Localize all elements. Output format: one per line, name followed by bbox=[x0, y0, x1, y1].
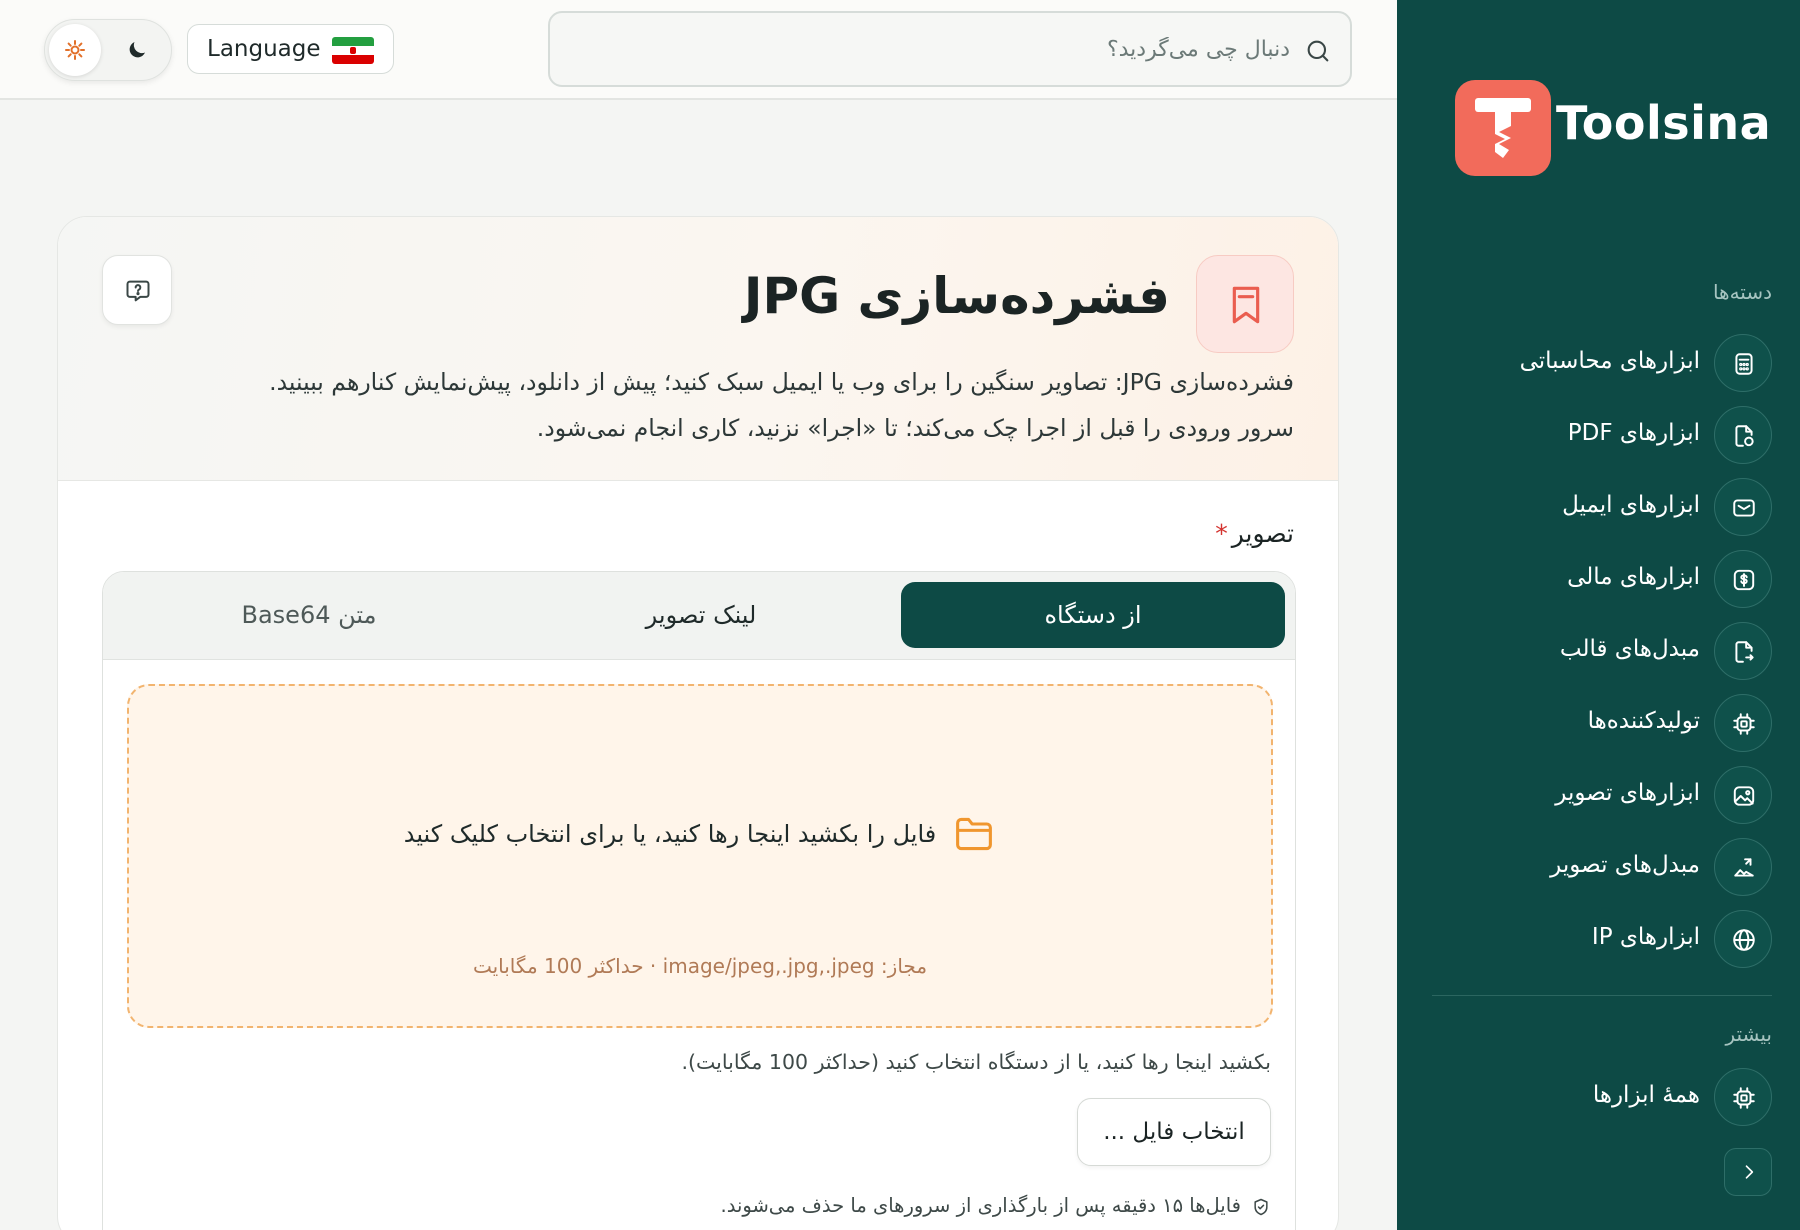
globe-icon bbox=[1714, 910, 1772, 968]
sidebar-item-pdf[interactable]: ابزارهای PDF bbox=[1432, 406, 1772, 464]
sidebar-item-email[interactable]: ابزارهای ایمیل bbox=[1432, 478, 1772, 536]
sidebar-item-label: ابزارهای ایمیل bbox=[1562, 492, 1700, 518]
sidebar-item-format-converters[interactable]: مبدل‌های قالب bbox=[1432, 622, 1772, 680]
sidebar-item-label: تولیدکننده‌ها bbox=[1587, 708, 1700, 734]
choose-file-button[interactable]: انتخاب فایل ... bbox=[1077, 1098, 1271, 1166]
input-source-tabs: از دستگاه لینک تصویر متن Base64 bbox=[103, 572, 1295, 660]
dropzone-allowed-types: مجاز: image/jpeg,.jpg,.jpeg · حداکثر 100… bbox=[472, 954, 928, 978]
sidebar-item-label: مبدل‌های تصویر bbox=[1550, 852, 1700, 878]
sidebar-item-image-converters[interactable]: مبدل‌های تصویر bbox=[1432, 838, 1772, 896]
logo-mark-icon bbox=[1455, 80, 1551, 176]
sidebar-item-label: همهٔ ابزارها bbox=[1592, 1082, 1700, 1108]
help-chat-icon bbox=[126, 280, 150, 302]
top-bar: Language bbox=[0, 0, 1397, 100]
dropzone-message: فایل را بکشید اینجا رها کنید، یا برای ان… bbox=[129, 814, 1271, 854]
image-input-panel: از دستگاه لینک تصویر متن Base64 فایل را … bbox=[102, 571, 1296, 1230]
moon-icon bbox=[129, 42, 145, 58]
folder-icon bbox=[956, 817, 993, 851]
privacy-note-text: فایل‌ها ۱۵ دقیقه پس از بارگذاری از سروره… bbox=[720, 1194, 1241, 1217]
description-line-2: سرور ورودی را قبل از اجرا چک می‌کند؛ تا … bbox=[536, 414, 1294, 442]
upload-help-text: بکشید اینجا رها کنید، یا از دستگاه انتخا… bbox=[681, 1050, 1271, 1074]
tab-from-device[interactable]: از دستگاه bbox=[901, 582, 1285, 648]
more-title: بیشتر bbox=[1725, 1022, 1772, 1046]
dropzone-text: فایل را بکشید اینجا رها کنید، یا برای ان… bbox=[403, 820, 937, 848]
sidebar-item-label: ابزارهای محاسباتی bbox=[1519, 348, 1700, 374]
tab-image-link[interactable]: لینک تصویر bbox=[509, 582, 893, 648]
search-input[interactable] bbox=[590, 27, 1290, 71]
tab-base64-text[interactable]: متن Base64 bbox=[117, 582, 501, 648]
sidebar-item-label: ابزارهای PDF bbox=[1567, 420, 1700, 446]
tool-description: فشرده‌سازی JPG: تصاویر سنگین را برای وب … bbox=[154, 359, 1294, 451]
tool-card: فشرده‌سازی JPG فشرده‌سازی JPG: تصاویر سن… bbox=[57, 216, 1339, 1230]
sidebar-item-image-tools[interactable]: ابزارهای تصویر bbox=[1432, 766, 1772, 824]
calculator-icon bbox=[1714, 334, 1772, 392]
tool-header: فشرده‌سازی JPG فشرده‌سازی JPG: تصاویر سن… bbox=[58, 217, 1338, 481]
sidebar-item-ip-tools[interactable]: ابزارهای IP bbox=[1432, 910, 1772, 968]
chevron-right-icon bbox=[1745, 1165, 1754, 1179]
bookmark-icon bbox=[1196, 255, 1294, 353]
file-dropzone[interactable]: فایل را بکشید اینجا رها کنید، یا برای ان… bbox=[127, 684, 1273, 1028]
sidebar-item-generators[interactable]: تولیدکننده‌ها bbox=[1432, 694, 1772, 752]
sidebar-item-label: ابزارهای IP bbox=[1591, 924, 1700, 950]
sidebar-item-finance[interactable]: ابزارهای مالی bbox=[1432, 550, 1772, 608]
sidebar-collapse-button[interactable] bbox=[1724, 1148, 1772, 1196]
theme-toggle[interactable] bbox=[44, 19, 172, 81]
feedback-button[interactable] bbox=[102, 255, 172, 325]
search-box[interactable] bbox=[548, 11, 1352, 87]
image-field-label: تصویر* bbox=[1215, 519, 1294, 548]
file-convert-icon bbox=[1714, 622, 1772, 680]
mail-icon bbox=[1714, 478, 1772, 536]
sun-icon bbox=[65, 40, 85, 60]
shield-check-icon bbox=[1254, 1198, 1268, 1215]
description-line-1: فشرده‌سازی JPG: تصاویر سنگین را برای وب … bbox=[269, 368, 1294, 396]
light-theme-option[interactable] bbox=[49, 24, 101, 76]
pdf-file-icon bbox=[1714, 406, 1772, 464]
sidebar-divider bbox=[1432, 995, 1772, 996]
privacy-note: فایل‌ها ۱۵ دقیقه پس از بارگذاری از سروره… bbox=[721, 1194, 1271, 1217]
language-button[interactable]: Language bbox=[187, 24, 394, 74]
field-label-text: تصویر bbox=[1231, 519, 1294, 548]
language-label: Language bbox=[207, 36, 321, 62]
sidebar-item-all-tools[interactable]: همهٔ ابزارها bbox=[1432, 1068, 1772, 1126]
search-icon bbox=[1307, 40, 1329, 62]
chip-icon bbox=[1714, 694, 1772, 752]
brand-logo[interactable]: Toolsina bbox=[1455, 80, 1771, 178]
sidebar-item-calculator[interactable]: ابزارهای محاسباتی bbox=[1432, 334, 1772, 392]
sidebar-item-label: ابزارهای تصویر bbox=[1555, 780, 1700, 806]
brand-name: Toolsina bbox=[1556, 96, 1772, 150]
page-title: فشرده‌سازی JPG bbox=[743, 267, 1170, 325]
image-convert-icon bbox=[1714, 838, 1772, 896]
dollar-icon bbox=[1714, 550, 1772, 608]
categories-title: دسته‌ها bbox=[1712, 280, 1772, 304]
sidebar: Toolsina دسته‌ها ابزارهای محاسباتی ابزار… bbox=[1397, 0, 1800, 1230]
sidebar-item-label: ابزارهای مالی bbox=[1567, 564, 1700, 590]
iran-flag-icon bbox=[332, 37, 374, 64]
image-icon bbox=[1714, 766, 1772, 824]
chip-icon bbox=[1714, 1068, 1772, 1126]
required-mark: * bbox=[1215, 519, 1228, 548]
sidebar-item-label: مبدل‌های قالب bbox=[1559, 636, 1700, 662]
